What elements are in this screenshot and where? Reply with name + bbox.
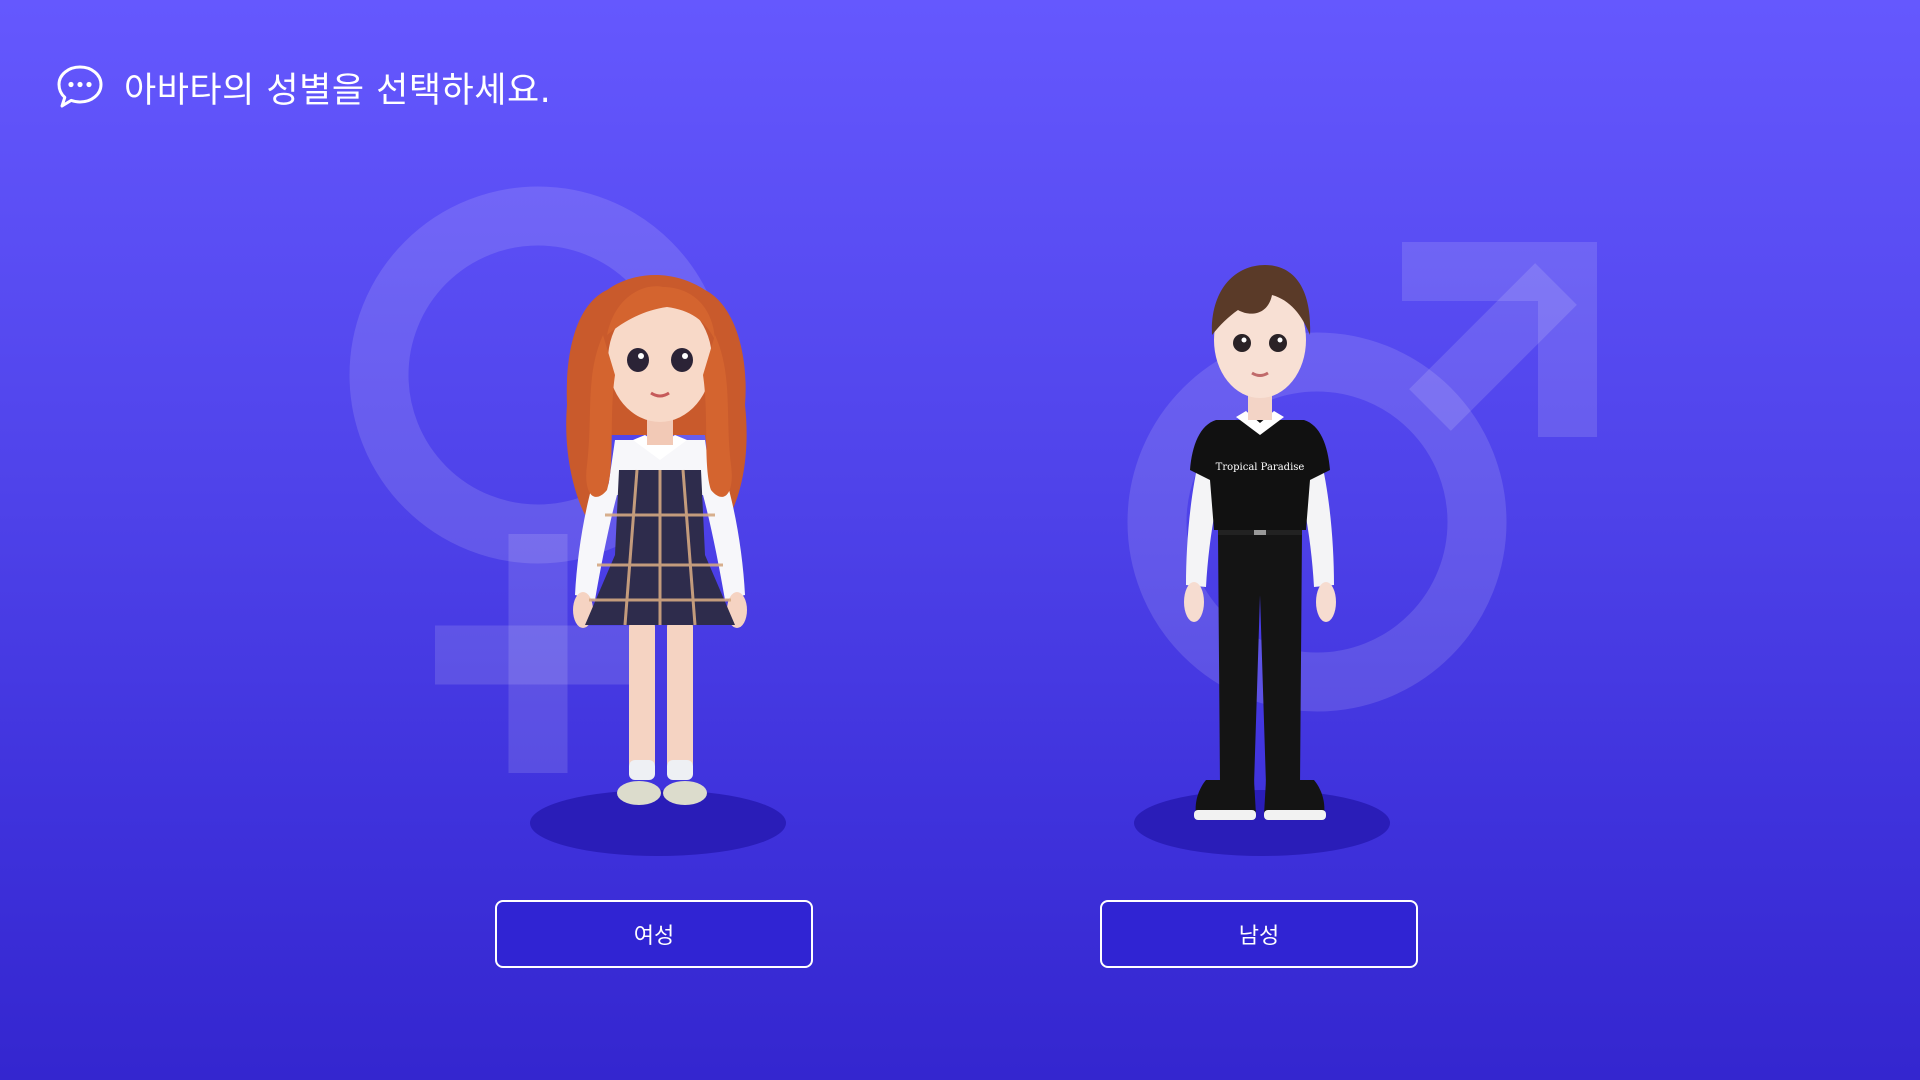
male-button[interactable]: 남성 [1100, 900, 1418, 968]
header: 아바타의 성별을 선택하세요. [55, 62, 551, 112]
male-avatar[interactable]: Tropical Paradise [1160, 255, 1360, 845]
female-button[interactable]: 여성 [495, 900, 813, 968]
female-avatar[interactable] [545, 265, 775, 845]
shirt-text: Tropical Paradise [1216, 462, 1305, 473]
page-title: 아바타의 성별을 선택하세요. [124, 70, 552, 111]
chat-bubble-icon [57, 65, 103, 108]
